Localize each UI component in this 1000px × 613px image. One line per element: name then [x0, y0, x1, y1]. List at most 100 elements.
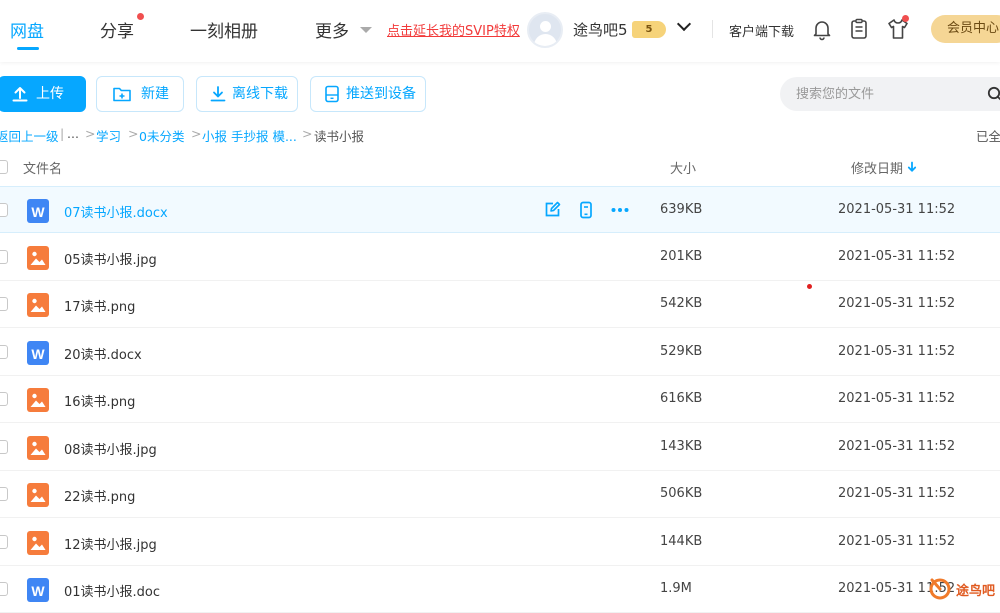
- table-row[interactable]: 22读书.png 506KB 2021-05-31 11:52: [0, 471, 1000, 518]
- row-checkbox[interactable]: [0, 487, 8, 501]
- file-name[interactable]: 16读书.png: [64, 391, 135, 410]
- chevron-down-icon[interactable]: [676, 16, 692, 32]
- table-row[interactable]: W 07读书小报.docx 639KB 2021-05-31 11:52: [0, 186, 1000, 233]
- svg-text:W: W: [31, 204, 45, 220]
- word-file-icon: W: [27, 199, 49, 223]
- watermark-logo-icon: [929, 578, 951, 600]
- file-name[interactable]: 17读书.png: [64, 296, 135, 315]
- file-name[interactable]: 07读书小报.docx: [64, 202, 168, 221]
- folder-plus-icon: [113, 87, 131, 102]
- table-row[interactable]: 05读书小报.jpg 201KB 2021-05-31 11:52: [0, 234, 1000, 281]
- column-header-modified[interactable]: 修改日期: [851, 158, 903, 177]
- file-size: 144KB: [660, 533, 703, 549]
- svip-promo-link[interactable]: 点击延长我的SVIP特权: [387, 20, 520, 39]
- row-checkbox[interactable]: [0, 344, 8, 359]
- member-center-button[interactable]: 会员中心: [931, 15, 1000, 43]
- send-to-device-icon[interactable]: [576, 200, 596, 220]
- site-watermark: 途鸟吧: [928, 576, 1000, 600]
- image-file-icon: [27, 245, 49, 270]
- file-name[interactable]: 22读书.png: [64, 486, 135, 505]
- file-modified-date: 2021-05-31 11:52: [838, 486, 956, 501]
- file-name[interactable]: 05读书小报.jpg: [64, 249, 157, 268]
- breadcrumb-current: 读书小报: [314, 129, 365, 144]
- notification-dot: [137, 13, 144, 20]
- row-checkbox[interactable]: [0, 439, 8, 454]
- nav-item-share[interactable]: 分享: [100, 17, 134, 42]
- breadcrumb-item[interactable]: 学习: [96, 126, 121, 145]
- row-checkbox[interactable]: [0, 297, 8, 311]
- file-modified-date: 2021-05-31 11:52: [838, 343, 956, 359]
- caret-down-icon[interactable]: [360, 27, 372, 33]
- nav-item-more[interactable]: 更多: [315, 17, 349, 42]
- cursor-dot: [807, 284, 812, 289]
- more-options-icon[interactable]: [610, 200, 630, 220]
- file-name[interactable]: 01读书小报.doc: [64, 581, 160, 600]
- upload-button[interactable]: 上传: [0, 76, 86, 112]
- table-row[interactable]: 16读书.png 616KB 2021-05-31 11:52: [0, 376, 1000, 423]
- new-label: 新建: [141, 86, 169, 102]
- image-file-icon: [27, 435, 49, 460]
- upload-label: 上传: [36, 86, 64, 102]
- push-to-device-button[interactable]: 推送到设备: [310, 76, 426, 112]
- table-row[interactable]: W 20读书.docx 529KB 2021-05-31 11:52: [0, 329, 1000, 376]
- vip-level-value: 5: [645, 24, 653, 35]
- push-to-device-label: 推送到设备: [346, 86, 416, 102]
- bell-icon[interactable]: [810, 17, 834, 41]
- breadcrumb-separator: >: [128, 126, 139, 141]
- breadcrumb-separator: |: [60, 126, 65, 141]
- column-header-size[interactable]: 大小: [670, 158, 696, 177]
- row-checkbox[interactable]: [0, 203, 8, 217]
- download-icon: [210, 86, 226, 102]
- offline-download-button[interactable]: 离线下载: [196, 76, 298, 112]
- sort-desc-icon[interactable]: [906, 161, 918, 173]
- breadcrumb-item[interactable]: 0未分类: [139, 126, 184, 145]
- nav-item-album[interactable]: 一刻相册: [190, 17, 258, 42]
- file-name[interactable]: 20读书.docx: [64, 344, 142, 363]
- column-header-name[interactable]: 文件名: [23, 158, 62, 177]
- table-row[interactable]: 12读书小报.jpg 144KB 2021-05-31 11:52: [0, 519, 1000, 566]
- table-row[interactable]: W 01读书小报.doc 1.9M 2021-05-31 11:52: [0, 566, 1000, 613]
- row-checkbox[interactable]: [0, 582, 8, 596]
- member-center-label: 会员中心: [947, 21, 1000, 36]
- file-size: 529KB: [660, 343, 703, 359]
- loaded-status: 已全: [976, 129, 1000, 144]
- username[interactable]: 途鸟吧5: [573, 19, 628, 40]
- search-icon[interactable]: [987, 86, 1000, 102]
- row-checkbox[interactable]: [0, 392, 8, 406]
- image-file-icon: [27, 483, 49, 507]
- file-size: 1.9M: [660, 581, 692, 596]
- edit-icon[interactable]: [542, 200, 562, 220]
- upload-icon: [12, 87, 28, 102]
- file-name[interactable]: 08读书小报.jpg: [64, 439, 157, 458]
- file-size: 639KB: [660, 202, 703, 217]
- breadcrumb-separator: >: [85, 126, 96, 141]
- file-size: 542KB: [660, 296, 703, 311]
- file-modified-date: 2021-05-31 11:52: [838, 296, 956, 311]
- image-file-icon: [27, 388, 49, 412]
- new-folder-button[interactable]: 新建: [96, 76, 184, 112]
- file-modified-date: 2021-05-31 11:52: [838, 438, 956, 454]
- breadcrumb-ellipsis[interactable]: ...: [67, 126, 79, 141]
- row-checkbox[interactable]: [0, 534, 8, 549]
- file-name[interactable]: 12读书小报.jpg: [64, 534, 157, 553]
- file-size: 143KB: [660, 438, 703, 454]
- avatar[interactable]: [527, 12, 563, 48]
- device-icon: [325, 85, 339, 103]
- row-checkbox[interactable]: [0, 249, 8, 264]
- svg-text:W: W: [31, 583, 45, 599]
- file-size: 506KB: [660, 486, 703, 501]
- client-download-link[interactable]: 客户端下载: [729, 21, 794, 40]
- word-file-icon: W: [27, 340, 49, 365]
- table-row[interactable]: 17读书.png 542KB 2021-05-31 11:52: [0, 281, 1000, 328]
- nav-item-netdisk[interactable]: 网盘: [10, 17, 44, 42]
- breadcrumb-item[interactable]: 小报 手抄报 模...: [202, 126, 297, 145]
- offline-download-label: 离线下载: [232, 86, 288, 102]
- select-all-checkbox[interactable]: [0, 160, 8, 174]
- breadcrumb-back[interactable]: 返回上一级: [0, 126, 59, 145]
- active-tab-indicator: [17, 47, 39, 50]
- file-size: 201KB: [660, 248, 703, 264]
- search-box: [780, 77, 1000, 111]
- clipboard-icon[interactable]: [847, 17, 871, 41]
- search-input[interactable]: [794, 84, 974, 104]
- table-row[interactable]: 08读书小报.jpg 143KB 2021-05-31 11:52: [0, 424, 1000, 471]
